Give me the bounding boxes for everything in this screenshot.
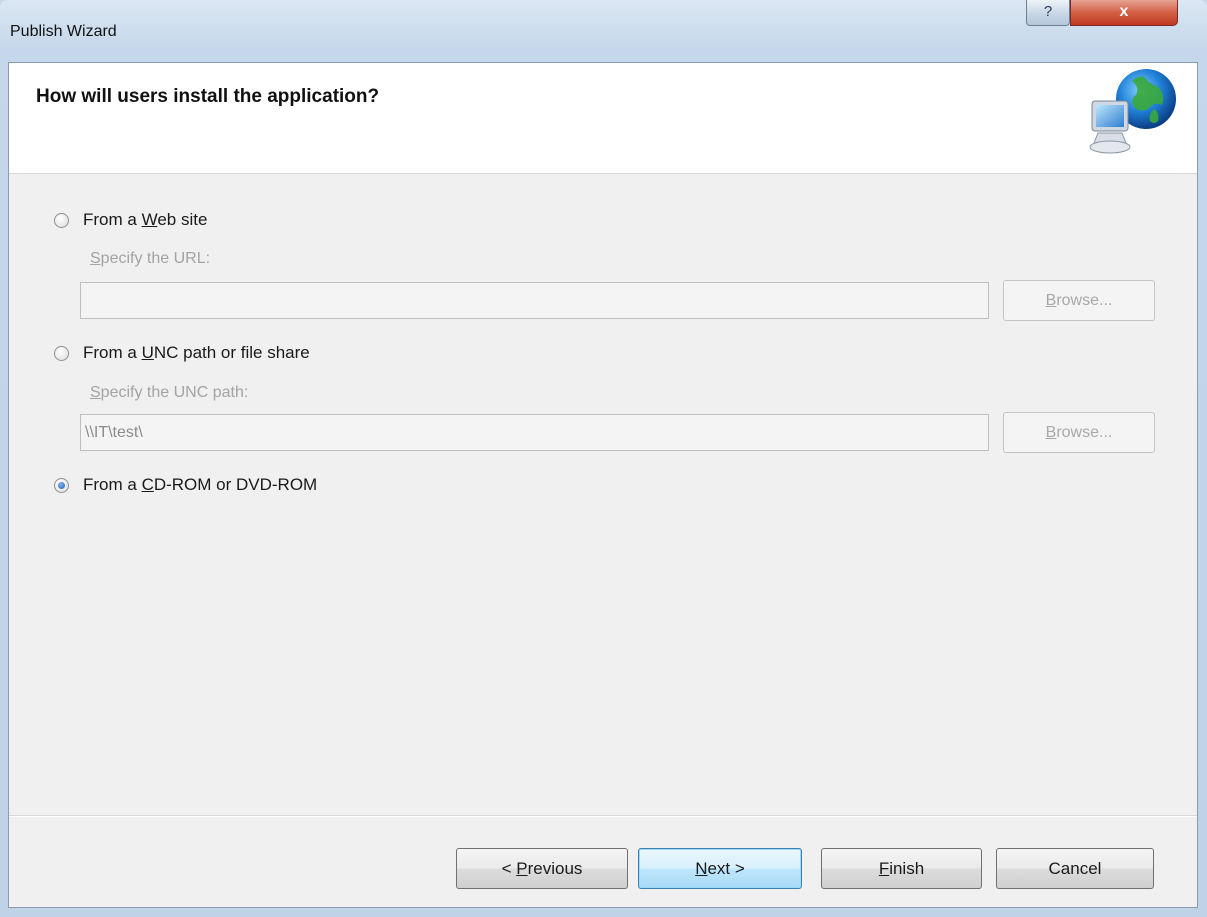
url-field-label: Specify the URL: — [90, 250, 211, 267]
globe-computer-icon — [1089, 69, 1176, 154]
previous-button[interactable]: < Previous — [456, 848, 628, 889]
wizard-client-area: How will users install the application? — [8, 62, 1198, 908]
unc-field-label: Specify the UNC path: — [90, 384, 249, 401]
help-icon: ? — [1043, 3, 1053, 20]
browse-url-button[interactable]: Browse... — [1003, 280, 1155, 321]
page-title: How will users install the application? — [36, 86, 380, 107]
publish-wizard-window: Publish Wizard ? x How will users instal… — [0, 0, 1207, 917]
radio-option-web-site[interactable]: From a Web site — [54, 210, 207, 230]
cd-rom-radio[interactable] — [54, 477, 69, 493]
web-site-label: From a Web site — [83, 210, 208, 229]
unc-path-radio[interactable] — [54, 345, 69, 361]
web-site-radio[interactable] — [54, 212, 69, 228]
help-button[interactable]: ? — [1026, 0, 1070, 26]
finish-button[interactable]: Finish — [821, 848, 982, 889]
cd-rom-label: From a CD-ROM or DVD-ROM — [83, 475, 318, 494]
window-title: Publish Wizard — [10, 23, 117, 40]
footer-divider — [9, 815, 1197, 816]
radio-option-cd-rom[interactable]: From a CD-ROM or DVD-ROM — [54, 475, 317, 495]
radio-option-unc-path[interactable]: From a UNC path or file share — [54, 343, 310, 363]
next-button[interactable]: Next > — [638, 848, 802, 889]
title-bar[interactable]: Publish Wizard ? x — [0, 0, 1207, 62]
wizard-header: How will users install the application? — [9, 63, 1197, 174]
url-input[interactable] — [80, 282, 989, 319]
browse-unc-button[interactable]: Browse... — [1003, 412, 1155, 453]
close-icon: x — [1119, 3, 1129, 20]
unc-path-label: From a UNC path or file share — [83, 343, 310, 362]
unc-path-input[interactable]: \\IT\test\ — [80, 414, 989, 451]
close-button[interactable]: x — [1070, 0, 1178, 26]
cancel-button[interactable]: Cancel — [996, 848, 1154, 889]
